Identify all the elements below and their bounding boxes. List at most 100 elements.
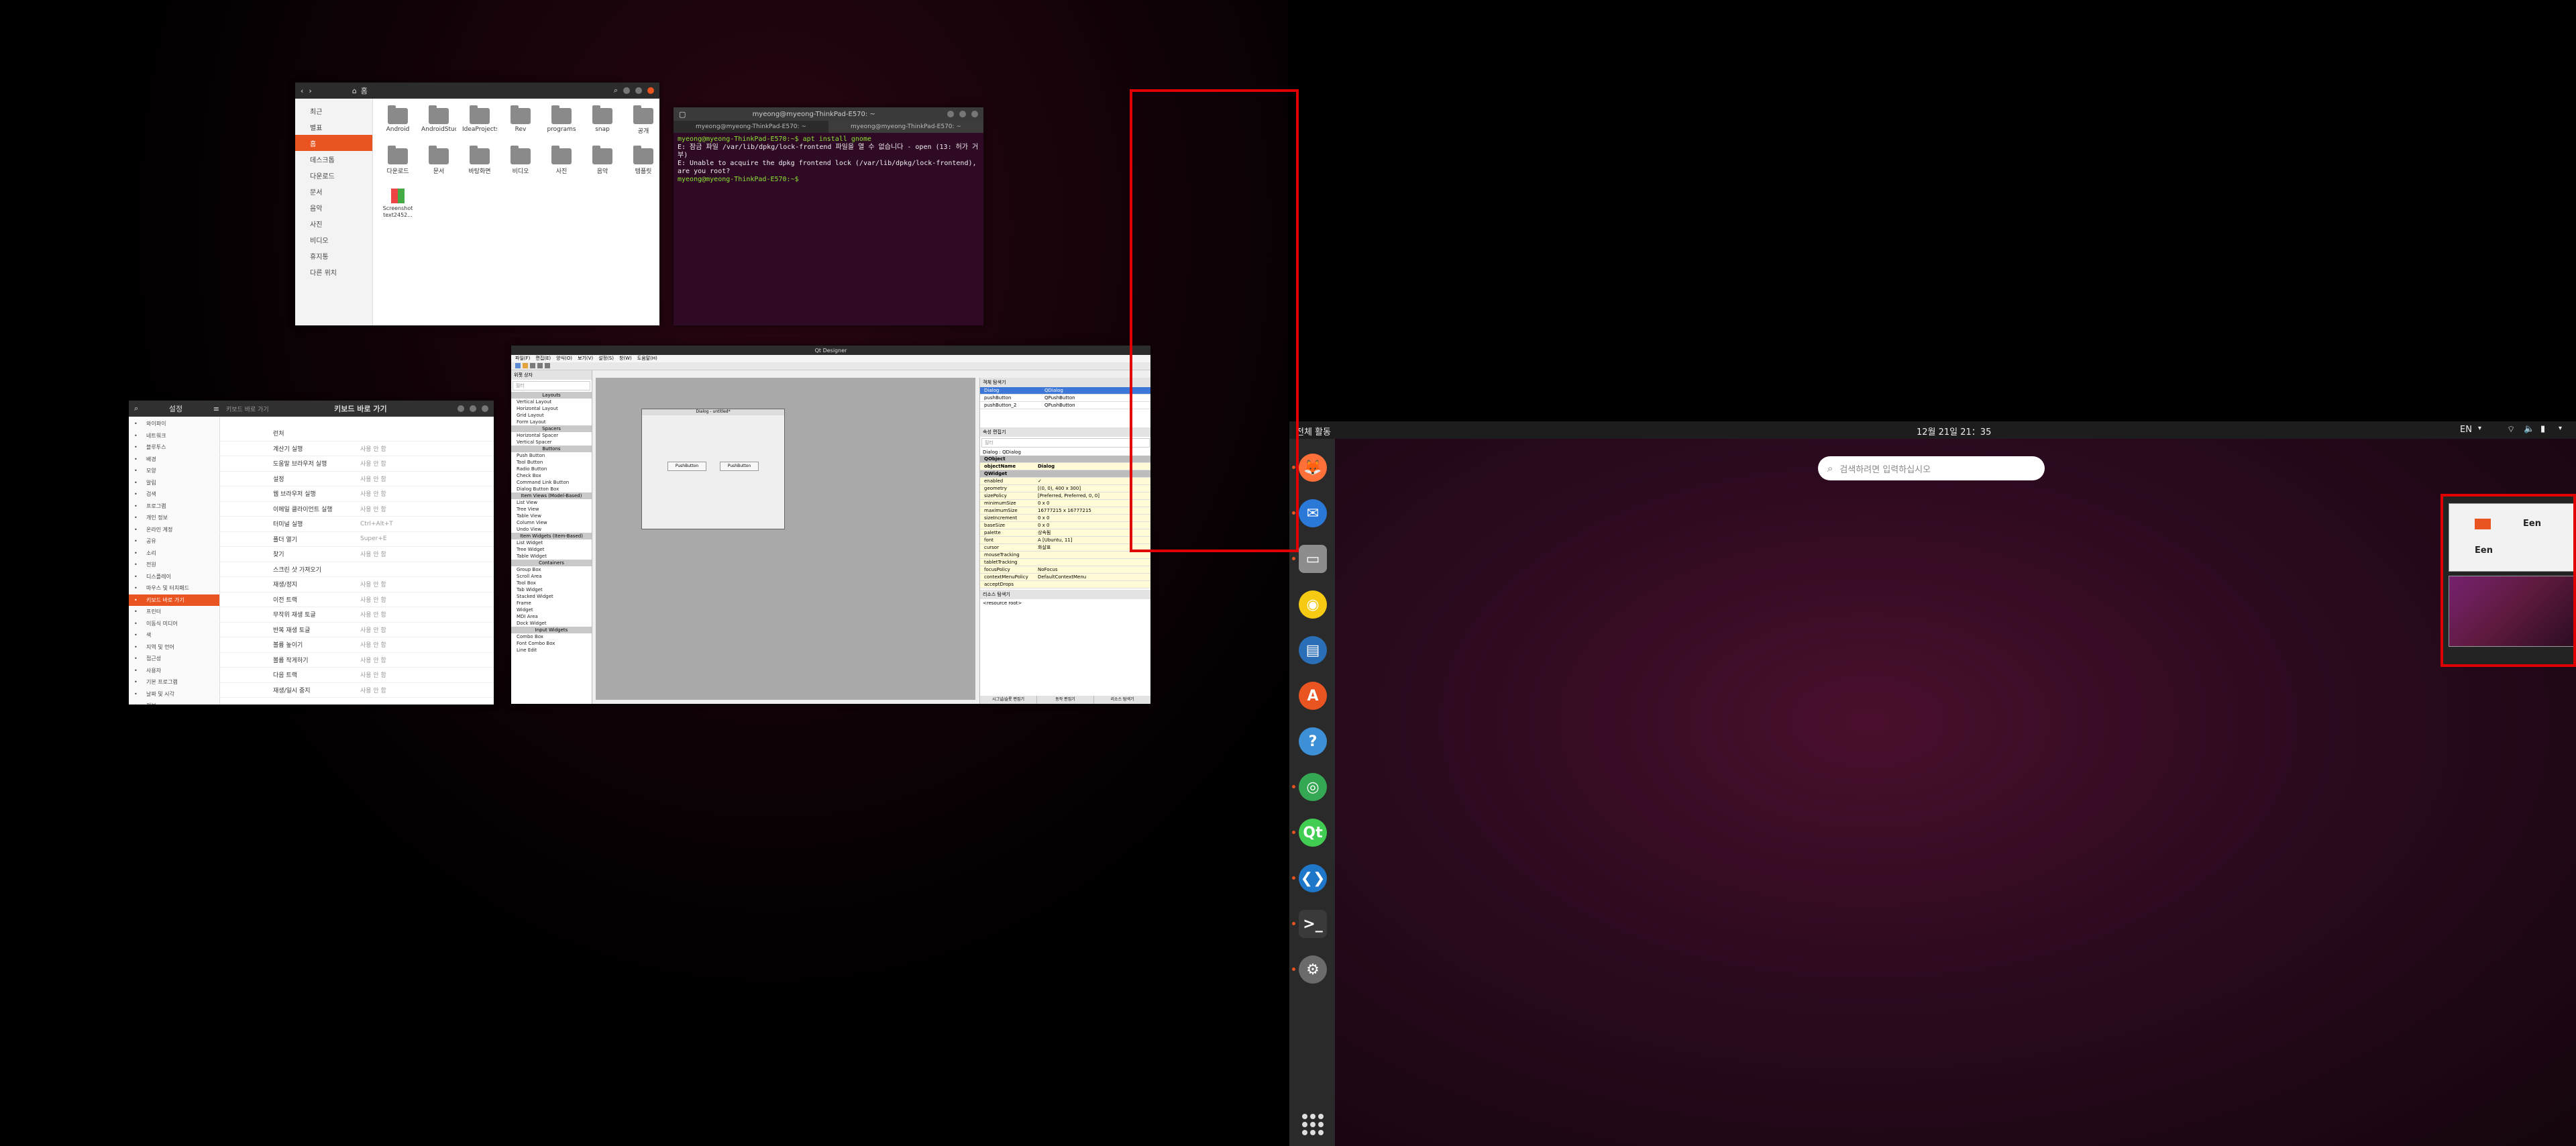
minimize-button[interactable] — [623, 87, 630, 94]
widget-item[interactable]: Tree Widget — [511, 546, 592, 553]
chevron-down-icon[interactable]: ▾ — [2559, 425, 2562, 432]
folder-item[interactable]: 바탕화면 — [462, 146, 497, 181]
settings-sidebar-item[interactable]: • 온라인 계정 — [129, 524, 219, 536]
widget-item[interactable]: Font Combo Box — [511, 640, 592, 647]
rhythmbox-icon[interactable]: ◉ — [1299, 590, 1327, 619]
files-titlebar[interactable]: ‹ › ⌂ 홈 ⌕ — [295, 83, 659, 99]
settings-sidebar-item[interactable]: • 와이파이 — [129, 418, 219, 430]
widget-item[interactable]: Push Button — [511, 452, 592, 459]
widget-filter-input[interactable]: 필터 — [513, 381, 590, 390]
files-search-icon[interactable]: ⌕ — [614, 86, 618, 95]
settings-sidebar-item[interactable]: • 네트워크 — [129, 430, 219, 442]
wifi-icon[interactable]: ⌔ — [2507, 424, 2515, 435]
settings-sidebar-item[interactable]: • 배경 — [129, 454, 219, 466]
push-button-1[interactable]: PushButton — [667, 462, 706, 471]
settings-minimize[interactable] — [458, 405, 464, 412]
widget-item[interactable]: Widget — [511, 607, 592, 613]
settings-sidebar-item[interactable]: • 마우스 및 터치패드 — [129, 582, 219, 594]
property-category[interactable]: QWidget — [980, 470, 1150, 478]
search-input[interactable]: 검색하려면 입력하십시오 — [1839, 462, 1931, 475]
shortcut-row[interactable]: 볼륨 작게하기 사용 안 함 — [219, 653, 494, 668]
widget-item[interactable]: Table Widget — [511, 553, 592, 560]
widget-item[interactable]: Form Layout — [511, 419, 592, 425]
settings-titlebar[interactable]: ⌕ 설정 ≡ 키보드 바로 가기 키보드 바로 가기 — [129, 401, 494, 417]
widget-item[interactable]: Radio Button — [511, 466, 592, 472]
folder-item[interactable]: 공개 — [626, 105, 659, 141]
settings-sidebar-item[interactable]: • 기본 프로그램 — [129, 676, 219, 688]
shortcut-row[interactable]: 이메일 클라이언트 실행 사용 안 함 — [219, 502, 494, 517]
widget-item[interactable]: List View — [511, 499, 592, 506]
folder-item[interactable]: AndroidStudioProjects — [421, 105, 456, 141]
file-item[interactable]: Screenshot from 2021-...text2452... — [380, 189, 415, 218]
settings-sidebar-item[interactable]: • 전원 — [129, 559, 219, 571]
battery-icon[interactable]: ▮ — [2540, 424, 2545, 434]
settings-sidebar-item[interactable]: • 접근성 — [129, 653, 219, 665]
shortcut-row[interactable]: 무작위 재생 토글 사용 안 함 — [219, 607, 494, 623]
files-path[interactable]: 홈 — [361, 85, 368, 96]
files-forward-icon[interactable]: › — [309, 87, 311, 95]
shortcut-row[interactable]: 볼륨 높이기 사용 안 함 — [219, 637, 494, 653]
qt-titlebar[interactable]: Qt Designer — [511, 346, 1150, 355]
settings-maximize[interactable] — [470, 405, 476, 412]
terminal-new-tab-icon[interactable]: ▢ — [679, 110, 686, 119]
vscode-icon[interactable]: ❮❯ — [1299, 864, 1327, 892]
widget-category[interactable]: Item Views (Model-Based) — [511, 492, 592, 499]
property-row[interactable]: contextMenuPolicy DefaultContextMenu — [980, 574, 1150, 581]
files-sidebar-item[interactable]: 다운로드 — [295, 167, 372, 183]
qt-menu-item[interactable]: 보기(V) — [578, 355, 593, 362]
widget-item[interactable]: Command Link Button — [511, 479, 592, 486]
settings-sidebar-item[interactable]: • 프로그램 — [129, 501, 219, 513]
terminal-tab-1[interactable]: myeong@myeong-ThinkPad-E570: ~ — [674, 121, 828, 133]
files-sidebar-item[interactable]: 문서 — [295, 183, 372, 199]
shortcut-row[interactable]: 반복 재생 토글 사용 안 함 — [219, 623, 494, 637]
settings-sidebar-item[interactable]: • 이동식 미디어 — [129, 618, 219, 630]
folder-item[interactable]: 템플릿 — [626, 146, 659, 181]
files-sidebar-item[interactable]: 별표 — [295, 119, 372, 135]
files-sidebar-item[interactable]: 음악 — [295, 199, 372, 215]
qt-designer-icon[interactable]: Qt — [1299, 819, 1327, 847]
shortcut-row[interactable]: 재생/일시 중지 사용 안 함 — [219, 683, 494, 698]
widget-item[interactable]: Table View — [511, 513, 592, 519]
qt-menu-item[interactable]: 양식(O) — [556, 355, 572, 362]
settings-sidebar-item[interactable]: • 검색 — [129, 488, 219, 501]
activities-button[interactable]: 전체 활동 — [1296, 425, 1331, 437]
shortcut-row[interactable]: 스크린 샷 가져오기 — [219, 562, 494, 577]
settings-sidebar-item[interactable]: • 디스플레이 — [129, 571, 219, 583]
widget-category[interactable]: Containers — [511, 560, 592, 566]
files-sidebar-item[interactable]: 휴지통 — [295, 248, 372, 264]
widget-item[interactable]: Vertical Spacer — [511, 439, 592, 446]
resource-root[interactable]: <resource root> — [980, 599, 1150, 607]
settings-sidebar-item[interactable]: • 모양 — [129, 465, 219, 477]
menu-icon[interactable]: ≡ — [213, 405, 219, 413]
shortcut-row[interactable]: 런처 — [219, 426, 494, 441]
shortcut-row[interactable]: 설정 사용 안 함 — [219, 472, 494, 486]
save-icon[interactable] — [530, 363, 535, 368]
widget-category[interactable]: Input Widgets — [511, 627, 592, 633]
settings-icon[interactable]: ⚙ — [1299, 955, 1327, 984]
terminal-minimize[interactable] — [947, 111, 954, 117]
widget-item[interactable]: Undo View — [511, 526, 592, 533]
folder-item[interactable]: programs — [544, 105, 579, 141]
folder-item[interactable]: snap — [585, 105, 620, 141]
settings-sidebar-item[interactable]: • 블루투스 — [129, 441, 219, 454]
terminal-tab-2[interactable]: myeong@myeong-ThinkPad-E570: ~ — [828, 121, 983, 133]
widget-item[interactable]: Tree View — [511, 506, 592, 513]
qt-menu-item[interactable]: 도움말(H) — [637, 355, 657, 362]
help-icon[interactable]: ? — [1299, 727, 1327, 756]
settings-sidebar-item[interactable]: • 날짜 및 시각 — [129, 688, 219, 700]
object-row[interactable]: pushButton_2 QPushButton — [980, 402, 1150, 409]
files-icon[interactable]: ▭ — [1299, 545, 1327, 573]
property-row[interactable]: baseSize 0 x 0 — [980, 522, 1150, 529]
folder-item[interactable]: 문서 — [421, 146, 456, 181]
widget-item[interactable]: Horizontal Layout — [511, 405, 592, 412]
property-row[interactable]: cursor 화살표 — [980, 544, 1150, 552]
terminal-maximize[interactable] — [959, 111, 966, 117]
maximize-button[interactable] — [635, 87, 642, 94]
dialog-form[interactable]: Dialog - untitled* PushButton PushButton — [641, 409, 785, 529]
settings-sidebar-item[interactable]: • 공유 — [129, 535, 219, 548]
qt-menu-item[interactable]: 편집(E) — [535, 355, 551, 362]
terminal-titlebar[interactable]: ▢ myeong@myeong-ThinkPad-E570: ~ — [674, 107, 983, 121]
widget-category[interactable]: Layouts — [511, 392, 592, 399]
property-filter-input[interactable]: 필터 — [981, 438, 1150, 448]
software-icon[interactable]: A — [1299, 682, 1327, 710]
